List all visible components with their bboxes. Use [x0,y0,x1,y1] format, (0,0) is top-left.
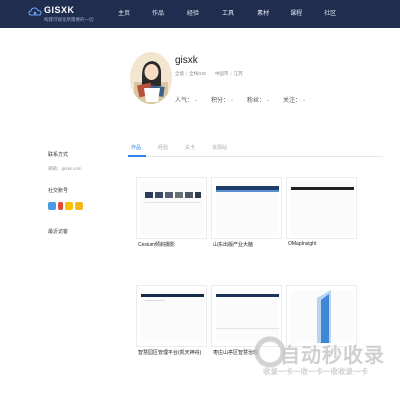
work-thumbnail [291,182,354,235]
stat-followers[interactable]: 粉丝： - [247,95,269,104]
tab-experience[interactable]: 经验 [158,144,168,151]
nav-item-courses[interactable]: 课程 [290,0,302,28]
meta-city: 中国市 [214,71,229,76]
social-title: 社交账号 [48,188,69,194]
tab-divider [128,156,383,157]
work-card[interactable] [211,177,282,239]
meta-role: 全能 [175,71,184,76]
stat-following[interactable]: 关注： - [283,95,305,104]
tab-levels[interactable]: 关卡 [185,144,195,151]
work-card[interactable] [286,177,357,239]
nav-item-experience[interactable]: 经验 [187,0,199,28]
meta-separator: | [186,71,188,76]
main-nav: 主页 作品 经验 工具 素材 课程 社区 [118,0,360,28]
meta-province: 江苏 [233,71,243,76]
work-thumbnail [141,290,204,343]
brand-name[interactable]: GISXK [44,5,75,15]
work-card[interactable] [136,285,207,347]
work-card[interactable] [136,177,207,239]
brand-slogan: 构建可视化所需要的一切 [44,17,94,22]
work-card-title[interactable]: 山东出版产业大脑 [213,241,253,248]
recent-visitors-title: 最近访客 [48,229,69,235]
meta-skill: 全栈GIS [189,71,206,76]
tab-resources[interactable]: 资源站 [212,144,227,151]
watermark-subtitle: 收录一卡一收一卡一收收录一卡 [263,367,368,376]
contact-email: 邮箱：gisxk.com [48,166,82,171]
contact-title: 联系方式 [48,152,69,158]
nav-item-community[interactable]: 社区 [324,0,336,28]
profile-meta: 全能 | 全栈GIS 中国市 | 江苏 [175,71,243,77]
zhihu-icon[interactable] [58,202,63,210]
nav-item-home[interactable]: 主页 [118,0,130,28]
tab-works[interactable]: 作品 [131,144,141,151]
work-card-title[interactable]: 智慧园区管理平台(凯天神舟) [138,349,201,356]
work-thumbnail [141,182,204,235]
username: gisxk [175,55,198,66]
nav-item-tools[interactable]: 工具 [222,0,234,28]
nav-item-works[interactable]: 作品 [152,0,164,28]
wechat-icon[interactable] [75,202,83,210]
content-tabs: 作品 经验 关卡 资源站 [131,144,244,151]
avatar[interactable] [130,52,172,104]
stat-popularity: 人气： - [175,98,198,104]
top-nav-bar: GISXK 构建可视化所需要的一切 主页 作品 经验 工具 素材 课程 社区 [0,0,400,28]
nav-item-materials[interactable]: 素材 [257,0,269,28]
watermark-title: 自动秒收录 [280,345,385,367]
profile-stats: 人气： - 积分： - 粉丝： - 关注： - [175,95,319,104]
qq-icon[interactable] [65,202,73,210]
weibo-icon[interactable] [48,202,56,210]
work-card-title[interactable]: OMapInsight [288,241,316,247]
work-thumbnail [216,182,279,235]
logo-icon[interactable] [28,5,42,19]
work-card-title[interactable]: Cesium倾斜摄影 [138,241,175,248]
social-links [48,202,83,210]
stat-points: 积分： - [211,98,234,104]
meta-separator: | [230,71,232,76]
tab-active-indicator [128,155,146,157]
